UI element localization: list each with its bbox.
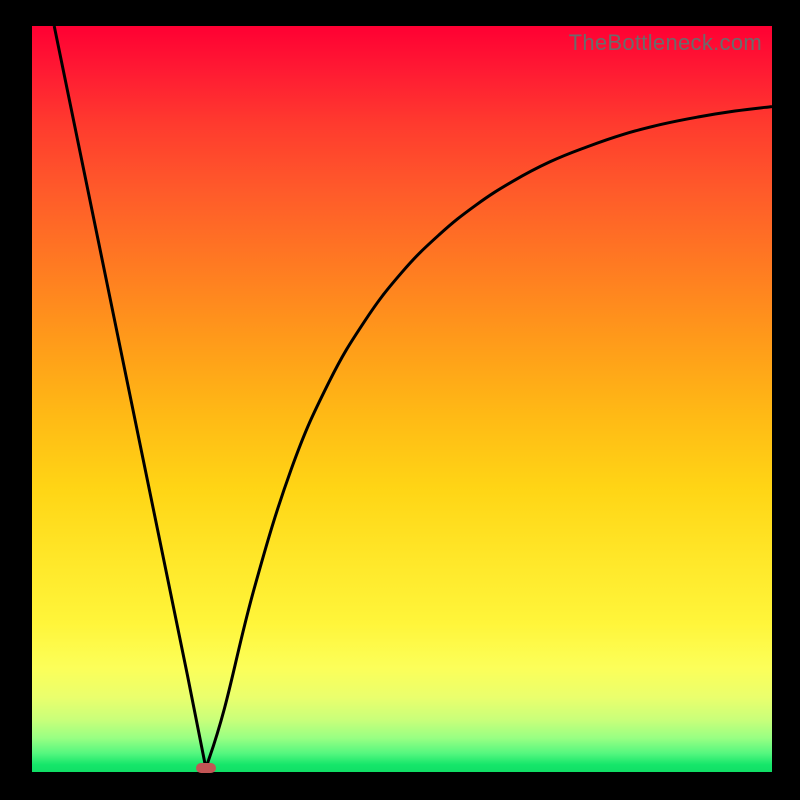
curve-svg	[32, 26, 772, 772]
vertex-marker	[196, 763, 216, 773]
chart-frame: TheBottleneck.com	[0, 0, 800, 800]
watermark-text: TheBottleneck.com	[569, 30, 762, 56]
plot-area: TheBottleneck.com	[32, 26, 772, 772]
bottleneck-curve-path	[54, 26, 772, 768]
